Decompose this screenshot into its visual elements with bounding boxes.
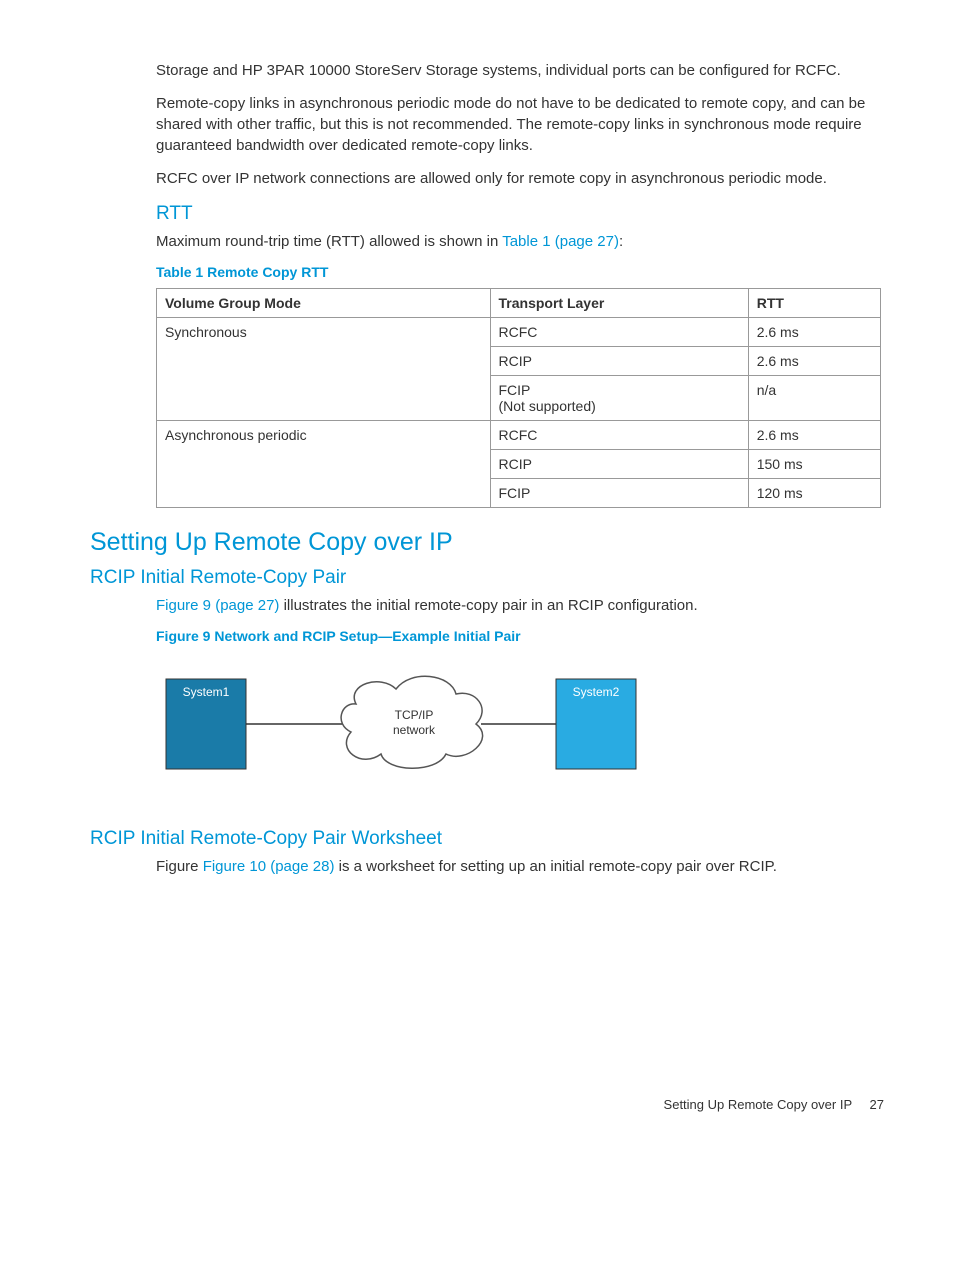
- cell-transport-line2: (Not supported): [499, 398, 596, 414]
- heading-rcip-initial-pair: RCIP Initial Remote-Copy Pair: [90, 567, 884, 589]
- rtt-lead-post: :: [619, 233, 623, 250]
- fig10-lead-post: is a worksheet for setting up an initial…: [334, 858, 776, 875]
- cell-transport-line1: FCIP: [499, 382, 531, 398]
- table-header-row: Volume Group Mode Transport Layer RTT: [157, 289, 881, 318]
- cell-transport: RCIP: [490, 347, 748, 376]
- fig9-lead-rest: illustrates the initial remote-copy pair…: [279, 597, 697, 614]
- cell-transport: RCFC: [490, 421, 748, 450]
- figure9-diagram: System1 TCP/IP network System2: [156, 654, 884, 798]
- link-figure9[interactable]: Figure 9 (page 27): [156, 597, 279, 614]
- figure9-svg: System1 TCP/IP network System2: [156, 654, 656, 794]
- cell-rtt: 2.6 ms: [748, 318, 880, 347]
- footer-page-number: 27: [870, 1097, 884, 1112]
- col-transport-layer: Transport Layer: [490, 289, 748, 318]
- cell-transport: RCIP: [490, 450, 748, 479]
- cell-rtt: 2.6 ms: [748, 421, 880, 450]
- cell-rtt: 150 ms: [748, 450, 880, 479]
- paragraph-fig10-lead: Figure Figure 10 (page 28) is a workshee…: [90, 856, 884, 877]
- cell-mode: Asynchronous periodic: [157, 421, 491, 508]
- paragraph-async-links: Remote-copy links in asynchronous period…: [90, 93, 884, 156]
- cell-rtt: n/a: [748, 376, 880, 421]
- col-rtt: RTT: [748, 289, 880, 318]
- system2-label: System2: [573, 685, 620, 699]
- cell-rtt: 2.6 ms: [748, 347, 880, 376]
- heading-rtt: RTT: [156, 203, 884, 225]
- paragraph-rtt-lead: Maximum round-trip time (RTT) allowed is…: [90, 231, 884, 252]
- paragraph-fig9-lead: Figure 9 (page 27) illustrates the initi…: [90, 595, 884, 616]
- cloud-label1: TCP/IP: [395, 708, 434, 722]
- system1-label: System1: [183, 685, 230, 699]
- fig10-lead-pre: Figure: [156, 858, 203, 875]
- page-footer: Setting Up Remote Copy over IP 27: [90, 1097, 884, 1112]
- link-figure10[interactable]: Figure 10 (page 28): [203, 858, 335, 875]
- link-table1[interactable]: Table 1 (page 27): [502, 233, 619, 250]
- table-remote-copy-rtt: Volume Group Mode Transport Layer RTT Sy…: [156, 288, 881, 508]
- rtt-lead-pre: Maximum round-trip time (RTT) allowed is…: [156, 233, 502, 250]
- paragraph-rcfc-ip: RCFC over IP network connections are all…: [90, 168, 884, 189]
- cloud-label2: network: [393, 723, 436, 737]
- footer-section-title: Setting Up Remote Copy over IP: [664, 1097, 852, 1112]
- paragraph-ports: Storage and HP 3PAR 10000 StoreServ Stor…: [90, 60, 884, 81]
- cell-transport: FCIP (Not supported): [490, 376, 748, 421]
- heading-setup-rcip: Setting Up Remote Copy over IP: [90, 528, 884, 557]
- cell-transport: RCFC: [490, 318, 748, 347]
- figure9-caption: Figure 9 Network and RCIP Setup—Example …: [156, 628, 884, 644]
- col-volume-group-mode: Volume Group Mode: [157, 289, 491, 318]
- table1-caption: Table 1 Remote Copy RTT: [156, 264, 884, 280]
- cell-mode: Synchronous: [157, 318, 491, 421]
- table-row: Synchronous RCFC 2.6 ms: [157, 318, 881, 347]
- cell-rtt: 120 ms: [748, 479, 880, 508]
- table-row: Asynchronous periodic RCFC 2.6 ms: [157, 421, 881, 450]
- cell-transport: FCIP: [490, 479, 748, 508]
- heading-rcip-worksheet: RCIP Initial Remote-Copy Pair Worksheet: [90, 828, 884, 850]
